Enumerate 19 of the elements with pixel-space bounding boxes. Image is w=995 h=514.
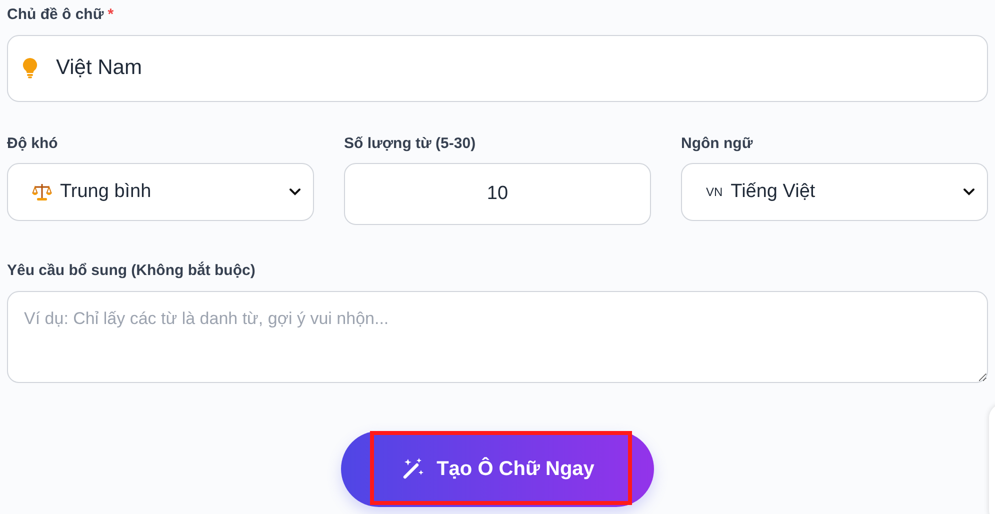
flag-code: VN xyxy=(706,184,723,201)
magic-wand-icon xyxy=(400,456,425,480)
field-label: Yêu cầu bổ sung (Không bắt buộc) xyxy=(7,260,256,281)
required-mark: * xyxy=(108,5,114,25)
field-label: Số lượng từ (5-30) xyxy=(344,134,476,154)
scales-icon xyxy=(32,183,52,201)
notes-field[interactable]: Ví dụ: Chỉ lấy các từ là danh từ, gợi ý vui nhộn... xyxy=(7,290,988,382)
lightbulb-icon xyxy=(22,57,38,79)
caret-icon xyxy=(963,188,975,196)
select-value: Tiếng Việt xyxy=(730,180,816,204)
select-field[interactable]: Trung bình xyxy=(7,163,314,221)
select-value: Trung bình xyxy=(60,180,152,204)
field-label: Độ khó xyxy=(7,134,58,154)
topic-field[interactable]: Việt Nam xyxy=(7,34,988,102)
caret-icon xyxy=(289,188,301,196)
field-label: Ngôn ngữ xyxy=(681,134,753,154)
select-field[interactable]: VN Tiếng Việt xyxy=(681,163,988,221)
number-field[interactable]: 10 xyxy=(344,163,651,225)
field-label: Chủ đề ô chữ xyxy=(7,5,104,25)
